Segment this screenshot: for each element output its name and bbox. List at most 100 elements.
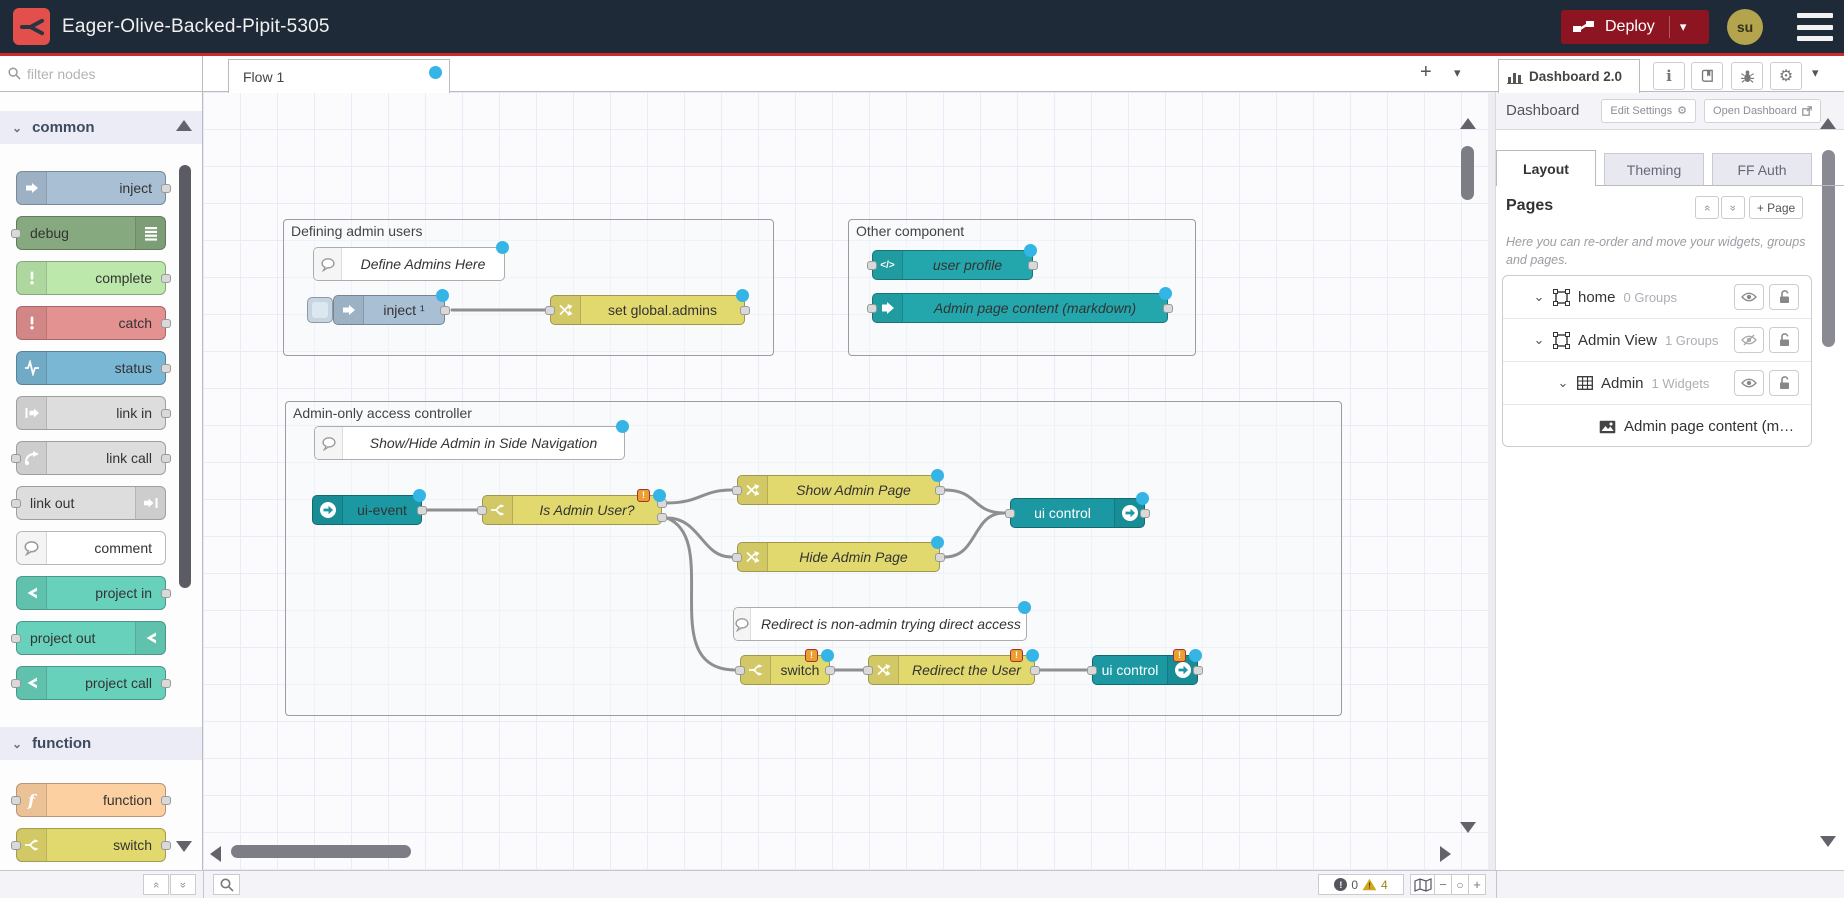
- palette-node-project-in[interactable]: project in: [16, 576, 166, 610]
- palette-category-function[interactable]: ⌄ function: [0, 727, 202, 760]
- zoom-out-button[interactable]: −: [1434, 874, 1452, 895]
- navigator-map-button[interactable]: [1410, 874, 1436, 895]
- flow-node-user-profile[interactable]: </> user profile: [872, 250, 1033, 280]
- unlock-button[interactable]: [1769, 284, 1799, 310]
- deploy-button[interactable]: Deploy ▾: [1561, 10, 1709, 44]
- tab-layout[interactable]: Layout: [1496, 150, 1596, 186]
- main-menu-icon[interactable]: [1797, 13, 1833, 41]
- palette-node-inject[interactable]: inject: [16, 171, 166, 205]
- output-port[interactable]: [161, 409, 171, 418]
- tab-ff-auth[interactable]: FF Auth: [1712, 153, 1812, 186]
- output-port[interactable]: [440, 306, 450, 315]
- input-port[interactable]: [1005, 509, 1015, 518]
- chevron-down-icon[interactable]: ⌄: [1531, 332, 1547, 348]
- zoom-search-button[interactable]: [213, 874, 240, 895]
- palette-node-debug[interactable]: debug: [16, 216, 166, 250]
- output-port[interactable]: [161, 319, 171, 328]
- unlock-button[interactable]: [1769, 370, 1799, 396]
- canvas-scroll-up-icon[interactable]: [1460, 118, 1476, 129]
- output-port[interactable]: [1028, 261, 1038, 270]
- flow-node-inject[interactable]: inject ¹: [333, 295, 445, 325]
- flow-node-ui-control-2[interactable]: ui control !: [1092, 655, 1198, 685]
- input-port[interactable]: [732, 553, 742, 562]
- inject-trigger-button[interactable]: [307, 297, 333, 323]
- help-tab-button[interactable]: [1691, 62, 1723, 90]
- flow-node-switch[interactable]: switch !: [740, 655, 830, 685]
- move-page-up-button[interactable]: «: [1695, 196, 1719, 219]
- output-port[interactable]: [1140, 509, 1150, 518]
- chevron-down-icon[interactable]: ⌄: [1555, 375, 1571, 391]
- palette-node-comment[interactable]: comment: [16, 531, 166, 565]
- output-port[interactable]: [161, 364, 171, 373]
- output-port[interactable]: [161, 454, 171, 463]
- flow-node-ui-control-1[interactable]: ui control: [1010, 498, 1145, 528]
- tree-row-admin-page-widget[interactable]: Admin page content (m…: [1503, 405, 1811, 447]
- output-port[interactable]: [1163, 304, 1173, 313]
- deploy-caret-icon[interactable]: ▾: [1680, 19, 1687, 35]
- chevron-down-icon[interactable]: ⌄: [1531, 289, 1547, 305]
- move-page-down-button[interactable]: «: [1721, 196, 1745, 219]
- canvas-v-scrollbar[interactable]: [1461, 146, 1474, 200]
- wire[interactable]: [667, 518, 734, 670]
- input-port[interactable]: [11, 229, 21, 238]
- output-port[interactable]: [161, 841, 171, 850]
- add-page-button[interactable]: + Page: [1749, 196, 1803, 219]
- visibility-button[interactable]: [1734, 284, 1764, 310]
- palette-scroll-up-icon[interactable]: [176, 120, 192, 131]
- comment-node-show-hide-admin[interactable]: Show/Hide Admin in Side Navigation: [314, 426, 625, 460]
- output-port-2[interactable]: [657, 513, 667, 522]
- tree-row-home[interactable]: ⌄ home 0 Groups: [1503, 276, 1811, 319]
- input-port[interactable]: [867, 261, 877, 270]
- input-port[interactable]: [477, 506, 487, 515]
- settings-tab-button[interactable]: ⚙: [1770, 62, 1802, 90]
- visibility-button[interactable]: [1734, 370, 1764, 396]
- tree-row-admin-group[interactable]: ⌄ Admin 1 Widgets: [1503, 362, 1811, 405]
- sidebar-scroll-down-icon[interactable]: [1820, 836, 1836, 847]
- palette-category-common[interactable]: ⌄ common: [0, 111, 202, 144]
- input-port[interactable]: [11, 499, 21, 508]
- tab-theming[interactable]: Theming: [1604, 153, 1704, 186]
- wire[interactable]: [945, 513, 1004, 557]
- output-port[interactable]: [161, 184, 171, 193]
- user-avatar[interactable]: su: [1727, 9, 1763, 45]
- input-port[interactable]: [1087, 666, 1097, 675]
- notifications-status[interactable]: ! 0 ! 4: [1318, 874, 1404, 895]
- open-dashboard-button[interactable]: Open Dashboard: [1704, 99, 1821, 123]
- flow-node-show-admin-page[interactable]: Show Admin Page: [737, 475, 940, 505]
- canvas-scroll-down-icon[interactable]: [1460, 822, 1476, 833]
- sidebar-scrollbar[interactable]: [1822, 150, 1835, 347]
- wire[interactable]: [667, 490, 731, 503]
- output-port[interactable]: [1193, 666, 1203, 675]
- palette-node-link-call[interactable]: link call: [16, 441, 166, 475]
- flow-node-ui-event[interactable]: ui-event: [312, 495, 422, 525]
- zoom-in-button[interactable]: +: [1468, 874, 1486, 895]
- comment-node-redirect[interactable]: Redirect is non-admin trying direct acce…: [733, 607, 1027, 641]
- input-port[interactable]: [11, 841, 21, 850]
- sidebar-tabs-caret-icon[interactable]: ▾: [1812, 65, 1819, 81]
- edit-settings-button[interactable]: Edit Settings ⚙: [1601, 99, 1696, 123]
- palette-node-link-out[interactable]: link out: [16, 486, 166, 520]
- info-tab-button[interactable]: i: [1653, 62, 1685, 90]
- flow-node-admin-page-content[interactable]: Admin page content (markdown): [872, 293, 1168, 323]
- flow-list-caret-icon[interactable]: ▾: [1454, 65, 1461, 81]
- palette-scrollbar[interactable]: [179, 165, 191, 588]
- palette-search[interactable]: [0, 56, 203, 92]
- palette-collapse-up-button[interactable]: «: [143, 874, 169, 895]
- canvas-h-scrollbar[interactable]: [231, 845, 411, 858]
- zoom-reset-button[interactable]: ○: [1451, 874, 1469, 895]
- tree-row-admin-view[interactable]: ⌄ Admin View 1 Groups: [1503, 319, 1811, 362]
- tab-dashboard-2[interactable]: Dashboard 2.0: [1498, 59, 1640, 93]
- search-input[interactable]: [27, 66, 177, 82]
- debug-tab-button[interactable]: [1731, 62, 1763, 90]
- palette-node-link-in[interactable]: link in: [16, 396, 166, 430]
- palette-scroll-down-icon[interactable]: [176, 841, 192, 852]
- visibility-off-button[interactable]: [1734, 327, 1764, 353]
- output-port[interactable]: [935, 486, 945, 495]
- canvas-scroll-right-icon[interactable]: [1440, 846, 1451, 862]
- wire[interactable]: [945, 490, 1004, 513]
- output-port[interactable]: [161, 589, 171, 598]
- add-flow-button[interactable]: +: [1420, 61, 1432, 84]
- sidebar-scroll-up-icon[interactable]: [1820, 118, 1836, 129]
- output-port[interactable]: [161, 679, 171, 688]
- flow-node-is-admin-user[interactable]: Is Admin User? !: [482, 495, 662, 525]
